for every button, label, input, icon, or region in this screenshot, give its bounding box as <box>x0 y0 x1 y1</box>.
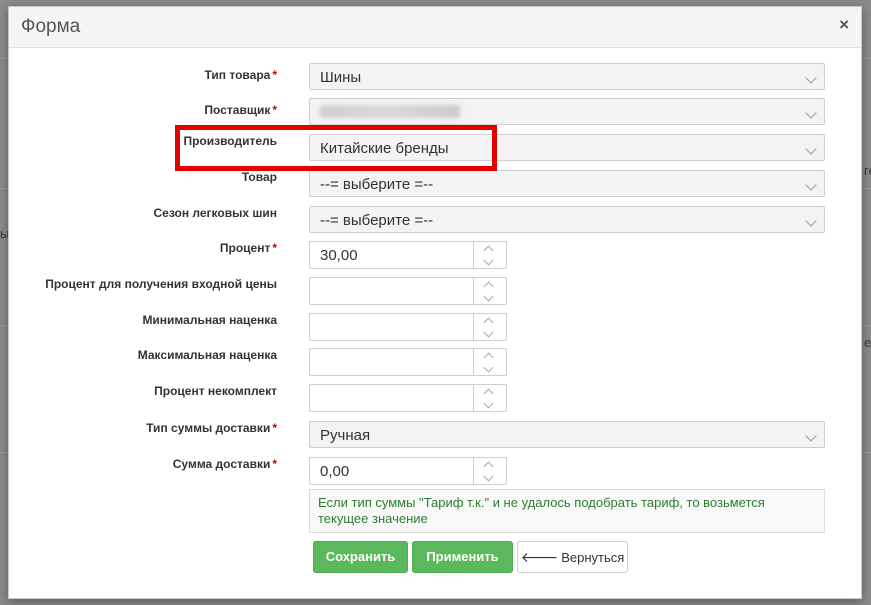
required-mark: * <box>272 457 277 471</box>
label-percent: Процент * <box>219 241 277 255</box>
percent-spinner[interactable] <box>473 242 506 268</box>
arrow-left-icon: 🡐 <box>520 549 559 565</box>
bg-text-fragment: е <box>864 335 871 350</box>
chevron-up-icon[interactable] <box>483 352 494 363</box>
form-modal: Форма × Тип товара * Шины Поставщик * Прои… <box>8 6 862 599</box>
percent-incomplete-input[interactable] <box>310 385 474 411</box>
chevron-up-icon[interactable] <box>483 388 494 399</box>
season-value: --= выберите =-- <box>320 212 434 229</box>
required-mark: * <box>272 421 277 435</box>
season-select[interactable]: --= выберите =-- <box>309 206 825 233</box>
chevron-down-icon <box>805 143 817 155</box>
max-markup-input[interactable] <box>310 349 474 375</box>
close-icon[interactable]: × <box>839 15 849 35</box>
label-delivery-sum: Сумма доставки * <box>172 457 277 471</box>
max-markup-spinner[interactable] <box>473 349 506 375</box>
product-type-value: Шины <box>320 69 362 86</box>
label-season: Сезон легковых шин <box>153 206 278 220</box>
percent-input-price-field <box>309 277 507 305</box>
chevron-down-icon <box>805 430 817 442</box>
modal-title: Форма <box>21 16 81 37</box>
min-markup-spinner[interactable] <box>473 314 506 340</box>
label-percent-incomplete: Процент некомплект <box>154 384 277 398</box>
supplier-select[interactable] <box>309 98 825 125</box>
label-percent-input-price: Процент для получения входной цены <box>45 277 277 291</box>
product-select[interactable]: --= выберите =-- <box>309 170 825 197</box>
percent-input[interactable] <box>310 242 474 268</box>
delivery-sum-field <box>309 457 507 485</box>
apply-button[interactable]: Применить <box>412 541 513 573</box>
max-markup-field <box>309 348 507 376</box>
bg-text-fragment: ге <box>864 163 871 178</box>
delivery-sum-spinner[interactable] <box>473 458 506 484</box>
chevron-down-icon <box>805 179 817 191</box>
highlight-box <box>175 125 497 171</box>
modal-header: Форма × <box>9 7 861 48</box>
label-product-type: Тип товара * <box>204 68 277 82</box>
product-type-select[interactable]: Шины <box>309 63 825 90</box>
supplier-value-blurred <box>320 105 460 118</box>
chevron-down-icon[interactable] <box>483 398 494 409</box>
delivery-sum-input[interactable] <box>310 458 474 484</box>
percent-input-price-input[interactable] <box>310 278 474 304</box>
chevron-down-icon[interactable] <box>483 471 494 482</box>
product-value: --= выберите =-- <box>320 176 434 193</box>
min-markup-input[interactable] <box>310 314 474 340</box>
chevron-up-icon[interactable] <box>483 245 494 256</box>
percent-input-price-spinner[interactable] <box>473 278 506 304</box>
save-button[interactable]: Сохранить <box>313 541 408 573</box>
delivery-hint: Если тип суммы "Тариф т.к." и не удалось… <box>309 489 825 533</box>
chevron-up-icon[interactable] <box>483 461 494 472</box>
min-markup-field <box>309 313 507 341</box>
chevron-down-icon <box>805 215 817 227</box>
delivery-type-value: Ручная <box>320 427 371 444</box>
chevron-down-icon[interactable] <box>483 255 494 266</box>
label-max-markup: Максимальная наценка <box>137 348 277 362</box>
label-supplier: Поставщик * <box>204 103 277 117</box>
back-button[interactable]: 🡐 Вернуться <box>517 541 628 573</box>
back-button-label: Вернуться <box>561 550 625 565</box>
percent-field <box>309 241 507 269</box>
chevron-down-icon[interactable] <box>483 362 494 373</box>
chevron-up-icon[interactable] <box>483 281 494 292</box>
label-product: Товар <box>241 170 277 184</box>
label-min-markup: Минимальная наценка <box>142 313 277 327</box>
label-delivery-type: Тип суммы доставки * <box>146 421 277 435</box>
chevron-down-icon <box>805 107 817 119</box>
percent-incomplete-field <box>309 384 507 412</box>
required-mark: * <box>272 68 277 82</box>
chevron-down-icon[interactable] <box>483 291 494 302</box>
chevron-down-icon[interactable] <box>483 327 494 338</box>
required-mark: * <box>272 103 277 117</box>
delivery-type-select[interactable]: Ручная <box>309 421 825 448</box>
percent-incomplete-spinner[interactable] <box>473 385 506 411</box>
required-mark: * <box>272 241 277 255</box>
chevron-down-icon <box>805 72 817 84</box>
chevron-up-icon[interactable] <box>483 317 494 328</box>
